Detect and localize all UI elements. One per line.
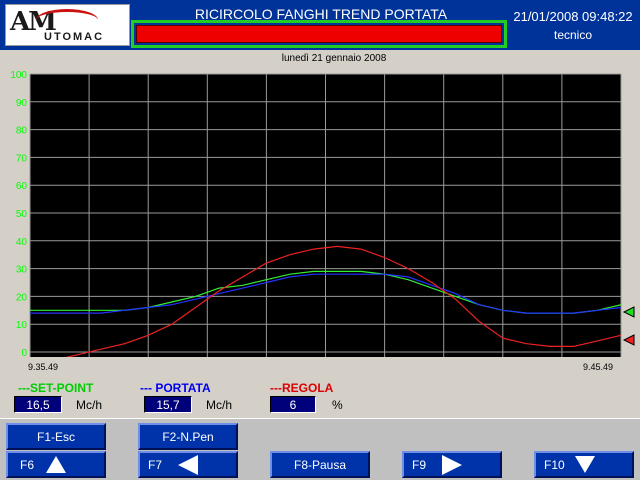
alarm-bar bbox=[136, 25, 502, 43]
legend-setpoint: ---SET-POINT bbox=[18, 381, 94, 395]
setpoint-unit: Mc/h bbox=[76, 398, 103, 412]
f1-esc-button[interactable]: F1-Esc bbox=[6, 423, 106, 450]
logo-arc bbox=[36, 9, 98, 31]
legend-regola: ---REGOLA bbox=[270, 381, 334, 395]
automac-logo: AM UTOMAC bbox=[5, 4, 130, 46]
setpoint-marker-icon bbox=[622, 306, 635, 318]
user-label: tecnico bbox=[553, 28, 593, 42]
y-tick-label: 10 bbox=[16, 320, 28, 331]
alarm-frame bbox=[131, 20, 507, 48]
x-start-label: 9.35.49 bbox=[28, 362, 58, 372]
f2-npen-button[interactable]: F2-N.Pen bbox=[138, 423, 238, 450]
legend-portata: --- PORTATA bbox=[140, 381, 211, 395]
regola-marker-icon bbox=[622, 334, 635, 346]
datetime-display: 21/01/2008 09:48:22 bbox=[513, 9, 633, 24]
y-tick-label: 30 bbox=[16, 265, 28, 276]
f6-scroll-up-button[interactable]: F6 bbox=[6, 451, 106, 478]
arrow-up-icon bbox=[46, 456, 67, 473]
f6-label: F6 bbox=[20, 457, 35, 472]
f7-label: F7 bbox=[148, 457, 163, 472]
y-tick-label: 70 bbox=[16, 153, 28, 164]
f10-scroll-down-button[interactable]: F10 bbox=[534, 451, 634, 478]
regola-unit: % bbox=[332, 398, 343, 412]
arrow-left-icon bbox=[178, 454, 199, 475]
regola-value: 6 bbox=[270, 396, 316, 413]
y-tick-label: 50 bbox=[16, 209, 28, 220]
f7-scroll-left-button[interactable]: F7 bbox=[138, 451, 238, 478]
y-tick-label: 40 bbox=[16, 237, 28, 248]
f8-pause-button[interactable]: F8-Pausa bbox=[270, 451, 370, 478]
f8-label: F8-Pausa bbox=[293, 457, 347, 472]
chart-date-title: lunedì 21 gennaio 2008 bbox=[281, 53, 387, 64]
y-axis-ticks: 0 10 20 30 40 50 60 70 80 90 100 bbox=[10, 70, 27, 359]
arrow-right-icon bbox=[442, 454, 463, 475]
y-tick-label: 90 bbox=[16, 98, 28, 109]
function-key-bar: F1-Esc F2-N.Pen F6 F7 F8-Pausa F9 F10 bbox=[0, 418, 640, 480]
f1-label: F1-Esc bbox=[36, 429, 75, 444]
f9-label: F9 bbox=[412, 457, 427, 472]
y-tick-label: 100 bbox=[10, 70, 27, 81]
y-tick-label: 80 bbox=[16, 126, 28, 137]
header-bar: AM UTOMAC RICIRCOLO FANGHI TREND PORTATA… bbox=[0, 0, 640, 50]
setpoint-value: 16,5 bbox=[14, 396, 62, 413]
f9-scroll-right-button[interactable]: F9 bbox=[402, 451, 502, 478]
portata-value: 15,7 bbox=[144, 396, 192, 413]
f10-label: F10 bbox=[544, 457, 565, 472]
arrow-down-icon bbox=[574, 456, 595, 473]
y-tick-label: 0 bbox=[21, 348, 27, 359]
f2-label: F2-N.Pen bbox=[162, 429, 214, 444]
y-tick-label: 60 bbox=[16, 181, 28, 192]
x-end-label: 9.45.49 bbox=[583, 362, 613, 372]
logo-sub-text: UTOMAC bbox=[44, 31, 105, 43]
y-tick-label: 20 bbox=[16, 292, 28, 303]
trend-chart: 0 10 20 30 40 50 60 70 80 90 100 9.35.49 9.45.49 bbox=[10, 70, 635, 372]
portata-unit: Mc/h bbox=[206, 398, 233, 412]
